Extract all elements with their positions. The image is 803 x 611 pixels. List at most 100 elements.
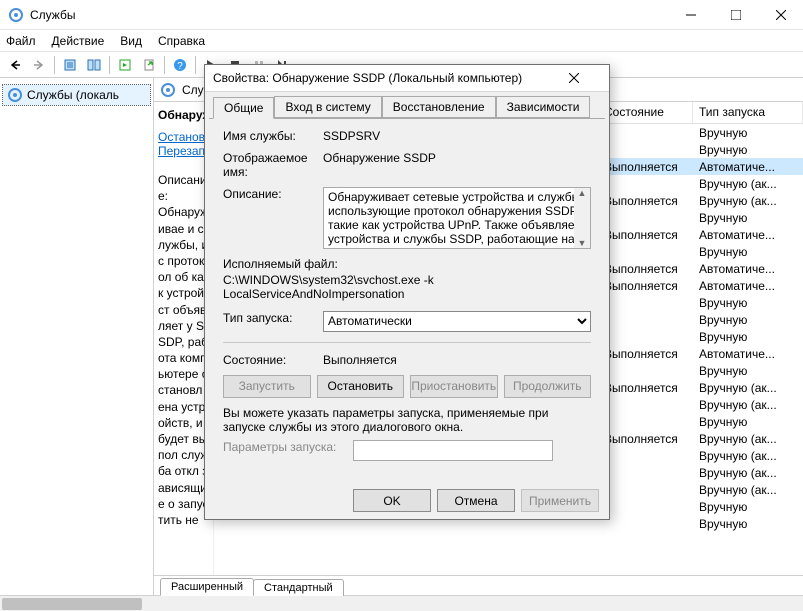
dialog-close-button[interactable] (569, 73, 609, 83)
label-startup-type: Тип запуска: (223, 311, 323, 332)
dialog-titlebar: Свойства: Обнаружение SSDP (Локальный ко… (205, 65, 609, 92)
start-button: Запустить (223, 375, 311, 398)
properties-dialog: Свойства: Обнаружение SSDP (Локальный ко… (204, 64, 610, 520)
cell-state: Выполняется (598, 432, 693, 446)
gear-icon (7, 87, 23, 103)
cell-state: Выполняется (598, 160, 693, 174)
cell-start: Вручную (693, 245, 803, 259)
gear-icon (160, 82, 176, 98)
minimize-button[interactable] (668, 0, 713, 30)
tree-node-services[interactable]: Службы (локаль (2, 84, 151, 106)
window-title: Службы (30, 8, 668, 22)
cell-start: Вручную (693, 313, 803, 327)
cell-start: Вручную (693, 143, 803, 157)
cell-start: Вручную (ак... (693, 466, 803, 480)
cell-state: Выполняется (598, 194, 693, 208)
cell-start: Автоматиче... (693, 347, 803, 361)
label-description: Описание: (223, 187, 323, 249)
cell-start: Вручную (ак... (693, 398, 803, 412)
menu-view[interactable]: Вид (120, 34, 142, 48)
detail-desc-text: Обнаруживае и службы, иc протокол об как… (158, 204, 209, 528)
cell-state: Выполняется (598, 381, 693, 395)
cell-start: Вручную (693, 126, 803, 140)
label-service-name: Имя службы: (223, 129, 323, 143)
cell-start: Вручную (693, 500, 803, 514)
detail-desc-label: Описание: (158, 172, 209, 204)
app-icon (8, 7, 24, 23)
cell-start: Автоматиче... (693, 262, 803, 276)
label-state: Состояние: (223, 353, 323, 367)
col-state[interactable]: Состояние (598, 102, 693, 123)
cell-start: Вручную (693, 296, 803, 310)
tab-general[interactable]: Общие (213, 97, 274, 119)
help-icon[interactable]: ? (169, 54, 191, 76)
cell-start: Автоматиче... (693, 160, 803, 174)
tab-logon[interactable]: Вход в систему (274, 96, 381, 118)
param-hint: Вы можете указать параметры запуска, при… (223, 406, 591, 434)
forward-button[interactable] (28, 54, 50, 76)
value-executable: C:\WINDOWS\system32\svchost.exe -k Local… (223, 273, 591, 301)
cell-start: Вручную (693, 330, 803, 344)
description-box[interactable]: Обнаруживает сетевые устройства и службы… (323, 187, 591, 249)
label-display-name: Отображаемое имя: (223, 151, 323, 179)
apply-button: Применить (521, 489, 599, 512)
cell-state: Выполняется (598, 347, 693, 361)
svg-text:?: ? (177, 61, 183, 72)
bottom-tabs: Расширенный Стандартный (154, 575, 803, 595)
tab-standard[interactable]: Стандартный (253, 579, 344, 596)
tab-recovery[interactable]: Восстановление (382, 96, 496, 118)
startup-type-select[interactable]: Автоматически (323, 311, 591, 332)
value-display-name: Обнаружение SSDP (323, 151, 591, 179)
value-description: Обнаруживает сетевые устройства и службы… (328, 190, 584, 246)
link-stop[interactable]: Остановить (158, 130, 209, 144)
menu-file[interactable]: Файл (6, 34, 36, 48)
tab-extended[interactable]: Расширенный (160, 578, 254, 596)
label-executable: Исполняемый файл: (223, 257, 591, 271)
stop-button[interactable]: Остановить (317, 375, 405, 398)
resume-button: Продолжить (504, 375, 592, 398)
detail-icon[interactable] (83, 54, 105, 76)
dialog-title: Свойства: Обнаружение SSDP (Локальный ко… (213, 71, 569, 85)
close-button[interactable] (758, 0, 803, 30)
link-restart[interactable]: Перезапусти (158, 144, 209, 158)
export-icon[interactable] (138, 54, 160, 76)
label-start-params: Параметры запуска: (223, 440, 353, 461)
cell-start: Вручную (ак... (693, 483, 803, 497)
cell-start: Вручную (693, 211, 803, 225)
cell-start: Вручную (ак... (693, 381, 803, 395)
cell-start: Вручную (693, 415, 803, 429)
cell-start: Вручную (ак... (693, 194, 803, 208)
start-params-input (353, 440, 553, 461)
cell-start: Вручную (ак... (693, 432, 803, 446)
cancel-button[interactable]: Отмена (437, 489, 515, 512)
menu-bar: Файл Действие Вид Справка (0, 30, 803, 52)
tree-node-label: Службы (локаль (27, 88, 119, 102)
desc-scrollbar[interactable]: ▲▼ (574, 188, 590, 248)
tab-dependencies[interactable]: Зависимости (496, 96, 591, 118)
horizontal-scrollbar[interactable] (0, 595, 803, 611)
properties-icon[interactable] (59, 54, 81, 76)
cell-start: Автоматиче... (693, 279, 803, 293)
cell-start: Вручную (693, 517, 803, 531)
cell-start: Вручную (693, 364, 803, 378)
cell-state: Выполняется (598, 228, 693, 242)
menu-action[interactable]: Действие (52, 34, 105, 48)
maximize-button[interactable] (713, 0, 758, 30)
tree-pane: Службы (локаль (0, 78, 154, 595)
back-button[interactable] (4, 54, 26, 76)
cell-state: Выполняется (598, 279, 693, 293)
dialog-tabs: Общие Вход в систему Восстановление Зави… (205, 92, 609, 118)
refresh-icon[interactable] (114, 54, 136, 76)
detail-service-name: Обнаружени (158, 108, 209, 122)
value-service-name: SSDPSRV (323, 129, 591, 143)
col-start[interactable]: Тип запуска (693, 102, 803, 123)
menu-help[interactable]: Справка (158, 34, 205, 48)
pause-button: Приостановить (410, 375, 498, 398)
cell-state: Выполняется (598, 262, 693, 276)
cell-start: Вручную (ак... (693, 177, 803, 191)
ok-button[interactable]: OK (353, 489, 431, 512)
title-bar: Службы (0, 0, 803, 30)
cell-start: Автоматиче... (693, 228, 803, 242)
cell-start: Вручную (ак... (693, 449, 803, 463)
value-state: Выполняется (323, 353, 591, 367)
